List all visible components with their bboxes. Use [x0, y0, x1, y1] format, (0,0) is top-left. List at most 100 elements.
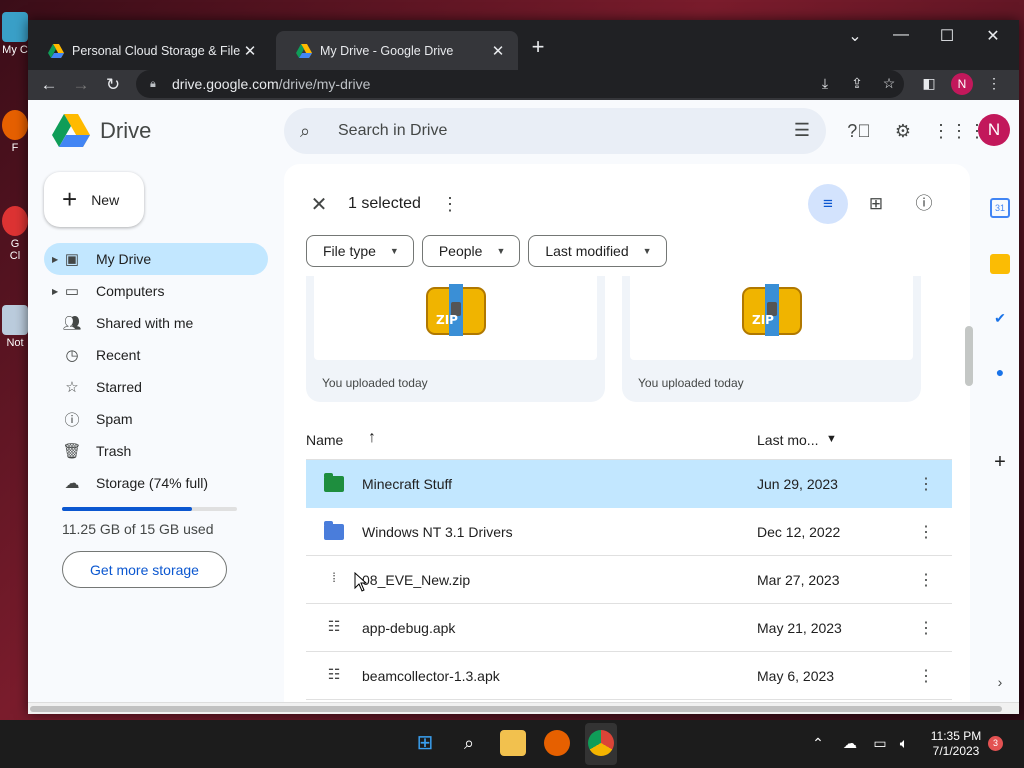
scrollbar-thumb[interactable] [30, 706, 1002, 712]
sidebar-item-shared-with-me[interactable]: 👥︎ Shared with me [44, 307, 268, 339]
file-row-minecraft-stuff[interactable]: Minecraft Stuff Jun 29, 2023 ⋮ [306, 460, 952, 508]
info-icon[interactable]: ⓘ [904, 184, 944, 224]
new-tab-icon[interactable]: + [526, 34, 550, 60]
back-arrow-icon[interactable]: ← [36, 72, 62, 98]
file-name: Windows NT 3.1 Drivers [362, 524, 513, 540]
tab-my-drive[interactable]: My Drive - Google Drive ✕ [276, 31, 518, 70]
share-icon[interactable]: ⇪ [846, 75, 868, 92]
last-modified-column-header[interactable]: Last mo... [757, 432, 818, 448]
onedrive-cloud-icon[interactable]: ☁︎ [840, 735, 860, 752]
drive-logo-text: Drive [100, 117, 152, 143]
sidebar-item-my-drive[interactable]: ▶ ▣ My Drive [44, 243, 268, 275]
new-button[interactable]: + New [44, 172, 144, 227]
install-app-icon[interactable]: ⤓ [814, 75, 836, 92]
sidebar-item-spam[interactable]: ⓘ Spam [44, 403, 268, 435]
show-hidden-icons-chevron-icon[interactable]: ⌃ [808, 735, 828, 752]
search-input[interactable]: Search in Drive [338, 122, 447, 140]
tasks-icon[interactable]: ✔ [990, 308, 1010, 328]
expand-panel-chevron-icon[interactable]: › [990, 672, 1010, 692]
sidebar-item-computers[interactable]: ▶ ▭ Computers [44, 275, 268, 307]
name-column-header[interactable]: Name [306, 432, 343, 448]
forward-arrow-icon[interactable]: → [68, 72, 94, 98]
file-date: May 21, 2023 [757, 620, 842, 636]
add-addon-icon[interactable]: + [990, 452, 1010, 472]
desktop-icon-notepad[interactable]: Not [0, 305, 30, 349]
network-icon[interactable]: ▭ [870, 735, 890, 752]
windows-start-icon[interactable]: ⊞ [412, 730, 438, 756]
dropdown-arrow-icon[interactable]: ▼ [826, 433, 837, 445]
chrome-icon[interactable] [588, 730, 614, 756]
desktop-icon-firefox[interactable]: F [0, 110, 30, 154]
mouse-cursor-icon [354, 572, 368, 592]
calendar-icon[interactable]: 31 [990, 198, 1010, 218]
folder-icon [324, 473, 344, 494]
clear-selection-icon[interactable]: ✕ [304, 192, 334, 217]
sidebar-item-recent[interactable]: ◷ Recent [44, 339, 268, 371]
suggested-file-card[interactable]: ZIP You uploaded today [622, 276, 921, 402]
horizontal-scrollbar[interactable] [28, 702, 1019, 714]
volume-icon[interactable]: 🔈︎ [894, 735, 914, 752]
sort-arrow-up-icon[interactable]: ↑ [368, 429, 376, 447]
file-row-eve-zip[interactable]: ⁞ 08_EVE_New.zip Mar 27, 2023 ⋮ [306, 556, 952, 604]
close-window-icon[interactable]: ✕ [970, 26, 1016, 46]
row-more-icon[interactable]: ⋮ [918, 522, 934, 542]
file-row-windows-nt-drivers[interactable]: Windows NT 3.1 Drivers Dec 12, 2022 ⋮ [306, 508, 952, 556]
keep-icon[interactable] [990, 254, 1010, 274]
row-more-icon[interactable]: ⋮ [918, 570, 934, 590]
row-more-icon[interactable]: ⋮ [918, 474, 934, 494]
notification-badge[interactable]: 3 [988, 736, 1003, 751]
file-row-beamcollector-apk[interactable]: ☷ beamcollector-1.3.apk May 6, 2023 ⋮ [306, 652, 952, 700]
maximize-icon[interactable]: ☐ [924, 26, 970, 46]
sidebar-item-trash[interactable]: 🗑︎ Trash [44, 435, 268, 467]
search-bar[interactable]: ⌕ Search in Drive ☰ [284, 108, 826, 154]
tab-search-chevron-icon[interactable]: ⌄ [832, 26, 878, 46]
row-more-icon[interactable]: ⋮ [918, 618, 934, 638]
address-bar[interactable]: 🔒︎ drive.google.com/drive/my-drive [136, 70, 904, 98]
filter-list-icon[interactable]: ≡ [808, 184, 848, 224]
expand-caret-icon[interactable]: ▶ [52, 287, 58, 296]
clock-time: 11:35 PM [930, 729, 982, 743]
search-options-icon[interactable]: ☰ [794, 120, 810, 141]
grid-view-icon[interactable]: ⊞ [856, 184, 896, 224]
firefox-icon[interactable] [544, 730, 570, 756]
vertical-scrollbar[interactable] [965, 326, 973, 386]
row-more-icon[interactable]: ⋮ [918, 666, 934, 686]
get-more-storage-button[interactable]: Get more storage [62, 551, 227, 588]
chip-label: File type [323, 243, 376, 259]
sidebar-item-storage[interactable]: ☁︎ Storage (74% full) [44, 467, 268, 499]
file-explorer-icon[interactable] [500, 730, 526, 756]
side-panel-icon[interactable]: ◧ [918, 75, 940, 92]
more-actions-icon[interactable]: ⋮ [441, 194, 459, 215]
minimize-icon[interactable]: — [878, 26, 924, 44]
settings-gear-icon[interactable]: ⚙ [890, 118, 916, 144]
desktop-icon-my-computer[interactable]: My C [0, 12, 30, 56]
search-icon[interactable]: ⌕ [456, 730, 482, 756]
tab-personal-cloud-storage[interactable]: Personal Cloud Storage & File Sh ✕ [28, 31, 270, 70]
search-icon[interactable]: ⌕ [300, 121, 324, 142]
file-type-filter[interactable]: File type ▼ [306, 235, 414, 267]
desktop-icon-chrome[interactable]: G Cl [0, 206, 30, 262]
account-avatar[interactable]: N [978, 114, 1010, 146]
main-content: ✕ 1 selected ⋮ ≡ ⊞ ⓘ File type ▼ People ▼ … [284, 164, 970, 702]
google-drive-logo-icon [52, 114, 90, 147]
apps-grid-icon[interactable]: ⋮⋮⋮ [932, 118, 986, 144]
contacts-icon[interactable]: ● [990, 362, 1010, 382]
expand-caret-icon[interactable]: ▶ [52, 255, 58, 264]
file-name: Minecraft Stuff [362, 476, 453, 492]
system-clock[interactable]: 11:35 PM 7/1/2023 [928, 729, 984, 759]
desktop-icon-label: G Cl [9, 238, 21, 262]
tab-close-icon[interactable]: ✕ [240, 42, 260, 60]
people-filter[interactable]: People ▼ [421, 235, 521, 267]
tab-close-icon[interactable]: ✕ [488, 42, 508, 60]
help-icon[interactable]: ?⃝ [846, 118, 872, 144]
file-row-app-debug-apk[interactable]: ☷ app-debug.apk May 21, 2023 ⋮ [306, 604, 952, 652]
drive-page: Drive ⌕ Search in Drive ☰ ?⃝ ⚙ ⋮⋮⋮ N + N… [28, 100, 1019, 702]
browser-profile-avatar[interactable]: N [951, 73, 973, 95]
drive-logo[interactable]: Drive [52, 114, 151, 147]
browser-menu-icon[interactable]: ⋮ [983, 75, 1005, 92]
sidebar-item-starred[interactable]: ☆ Starred [44, 371, 268, 403]
suggested-file-card[interactable]: ZIP You uploaded today [306, 276, 605, 402]
last-modified-filter[interactable]: Last modified ▼ [528, 235, 667, 267]
reload-icon[interactable]: ↻ [100, 72, 126, 98]
bookmark-star-icon[interactable]: ☆ [878, 75, 900, 92]
